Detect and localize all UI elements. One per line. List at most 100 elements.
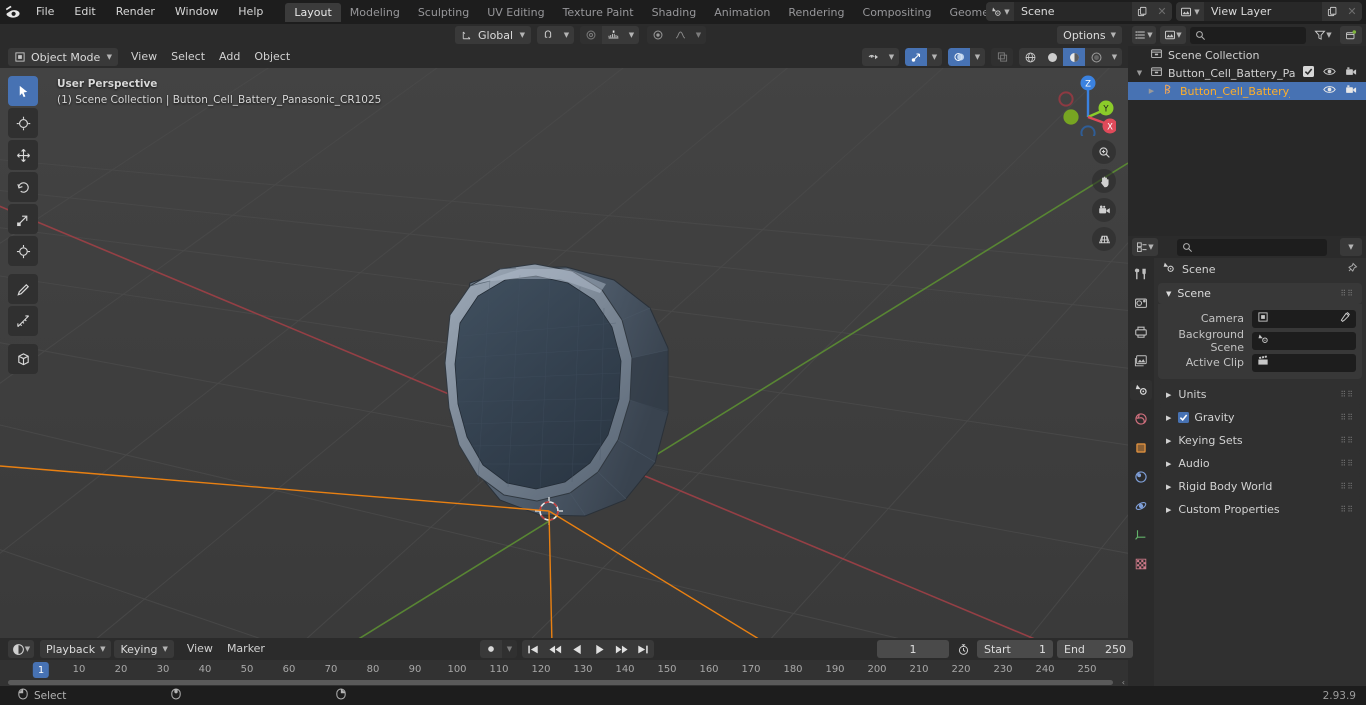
panel-keying-sets[interactable]: ▶ Keying Sets ⠿⠿	[1158, 430, 1362, 451]
tool-annotate[interactable]	[8, 274, 38, 304]
scene-name[interactable]: Scene	[1014, 2, 1132, 21]
visibility-dropdown[interactable]: ▼	[884, 48, 899, 66]
timeline-icon[interactable]: ▼	[8, 640, 34, 658]
record-icon[interactable]	[480, 640, 502, 658]
eye-icon[interactable]	[1323, 84, 1336, 98]
viewport-menu-select[interactable]: Select	[164, 48, 212, 66]
scene-icon[interactable]: ▼	[986, 2, 1014, 21]
modifier-tab[interactable]	[1130, 467, 1152, 487]
timeline-scrollbar-thumb[interactable]	[8, 680, 1113, 685]
panel-gravity[interactable]: ▶ Gravity ⠿⠿	[1158, 407, 1362, 428]
shading-dropdown[interactable]: ▼	[1107, 48, 1122, 66]
auto-key-icon[interactable]	[953, 643, 973, 656]
tab-rendering[interactable]: Rendering	[779, 3, 853, 22]
tab-shading[interactable]: Shading	[643, 3, 706, 22]
timeline-menu-keying[interactable]: Keying ▼	[114, 640, 174, 658]
timeline-menu-view[interactable]: View	[180, 640, 220, 658]
tool-tweak[interactable]	[8, 76, 38, 106]
3d-viewport[interactable]: User Perspective (1) Scene Collection | …	[0, 68, 1128, 638]
shading-solid-button[interactable]	[1041, 48, 1063, 66]
object-visibility-button[interactable]	[862, 48, 884, 66]
tab-modeling[interactable]: Modeling	[341, 3, 409, 22]
new-view-layer-button[interactable]	[1322, 2, 1342, 21]
scene-tab[interactable]	[1130, 380, 1152, 400]
blender-logo-icon[interactable]	[0, 0, 26, 24]
interaction-mode-dropdown[interactable]: Object Mode ▼	[8, 48, 118, 66]
play-icon[interactable]	[588, 640, 610, 658]
output-tab[interactable]	[1130, 322, 1152, 342]
editor-type-icon[interactable]: ▼	[1132, 238, 1158, 256]
world-tab[interactable]	[1130, 409, 1152, 429]
viewport-menu-add[interactable]: Add	[212, 48, 247, 66]
next-keyframe-icon[interactable]	[610, 640, 632, 658]
menu-file[interactable]: File	[26, 3, 64, 21]
outliner-row-collection[interactable]: ▼ Button_Cell_Battery_Panasonic	[1128, 64, 1366, 82]
shading-wireframe-button[interactable]	[1019, 48, 1041, 66]
snap-options-dropdown[interactable]: ▼	[559, 26, 574, 44]
zoom-icon[interactable]	[1092, 140, 1116, 164]
material-tab[interactable]	[1130, 554, 1152, 574]
collection-checkbox[interactable]	[1303, 66, 1314, 80]
view-layer-icon[interactable]: ▼	[1176, 2, 1204, 21]
gravity-checkbox[interactable]	[1178, 412, 1190, 423]
tool-measure[interactable]	[8, 306, 38, 336]
camera-render-icon[interactable]	[1345, 84, 1357, 98]
panel-rigid-body-world[interactable]: ▶ Rigid Body World ⠿⠿	[1158, 476, 1362, 497]
tool-cursor[interactable]	[8, 108, 38, 138]
panel-custom-properties[interactable]: ▶ Custom Properties ⠿⠿	[1158, 499, 1362, 520]
eyedropper-icon[interactable]	[1339, 311, 1351, 326]
navigation-gizmo[interactable]: Z Y X	[1052, 72, 1116, 136]
tab-texture-paint[interactable]: Texture Paint	[554, 3, 643, 22]
panel-drag-handle[interactable]: ⠿⠿	[1340, 390, 1354, 399]
tool-add-cube[interactable]	[8, 344, 38, 374]
panel-drag-handle[interactable]: ⠿⠿	[1340, 289, 1354, 298]
shading-material-preview-button[interactable]	[1063, 48, 1085, 66]
timeline-scrollbar[interactable]: ‹	[0, 678, 1128, 687]
background-scene-field-input[interactable]	[1252, 331, 1356, 350]
tab-compositing[interactable]: Compositing	[854, 3, 941, 22]
new-scene-button[interactable]	[1132, 2, 1152, 21]
view-layer-selector[interactable]: ▼ View Layer ✕	[1176, 2, 1362, 21]
tab-uv-editing[interactable]: UV Editing	[478, 3, 553, 22]
panel-units[interactable]: ▶ Units ⠿⠿	[1158, 384, 1362, 405]
start-frame-input[interactable]: Start 1	[977, 640, 1053, 658]
panel-audio[interactable]: ▶ Audio ⠿⠿	[1158, 453, 1362, 474]
object-constraint-tab[interactable]	[1130, 525, 1152, 545]
viewport-menu-view[interactable]: View	[124, 48, 164, 66]
playhead[interactable]: 1	[32, 662, 50, 678]
display-mode-dropdown[interactable]: ▼	[1160, 26, 1186, 44]
transform-orientation-dropdown[interactable]: Global ▼	[455, 26, 531, 44]
ortho-grid-icon[interactable]	[1092, 227, 1116, 251]
viewport-canvas[interactable]	[0, 68, 1128, 638]
menu-render[interactable]: Render	[106, 3, 165, 21]
shading-rendered-button[interactable]	[1085, 48, 1107, 66]
panel-drag-handle[interactable]: ⠿⠿	[1340, 413, 1354, 422]
jump-start-icon[interactable]	[522, 640, 544, 658]
viewport-menu-object[interactable]: Object	[247, 48, 297, 66]
pivot-point-button[interactable]	[647, 26, 669, 44]
physics-tab[interactable]	[1130, 496, 1152, 516]
object-tab[interactable]	[1130, 438, 1152, 458]
timeline-menu-playback[interactable]: Playback ▼	[40, 640, 112, 658]
camera-field-input[interactable]	[1252, 309, 1356, 328]
active-clip-field-input[interactable]	[1252, 353, 1356, 372]
eye-icon[interactable]	[1323, 66, 1336, 80]
end-frame-input[interactable]: End 250	[1057, 640, 1133, 658]
tool-transform[interactable]	[8, 236, 38, 266]
tool-move[interactable]	[8, 140, 38, 170]
tool-rotate[interactable]	[8, 172, 38, 202]
scene-selector[interactable]: ▼ Scene ✕	[986, 2, 1172, 21]
timeline-menu-marker[interactable]: Marker	[220, 640, 272, 658]
tab-layout[interactable]: Layout	[285, 2, 341, 22]
tool-scale[interactable]	[8, 204, 38, 234]
panel-drag-handle[interactable]: ⠿⠿	[1340, 459, 1354, 468]
outliner-row-object[interactable]: ▶ Button_Cell_Battery_Pan	[1128, 82, 1366, 100]
outliner-row-scene-collection[interactable]: Scene Collection	[1128, 46, 1366, 64]
current-frame-input[interactable]: 1	[877, 640, 949, 658]
menu-edit[interactable]: Edit	[64, 3, 105, 21]
outliner-search-input[interactable]	[1190, 26, 1306, 44]
new-collection-icon[interactable]	[1340, 26, 1362, 44]
expand-toggle-open[interactable]: ▼	[1134, 69, 1145, 77]
panel-drag-handle[interactable]: ⠿⠿	[1340, 482, 1354, 491]
auto-keying-dropdown[interactable]: ▼	[502, 640, 517, 658]
